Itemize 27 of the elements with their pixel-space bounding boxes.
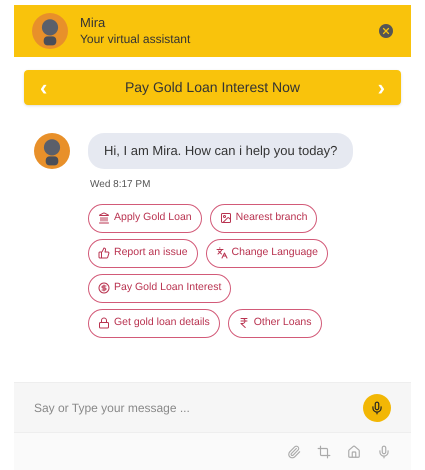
suggestion-chip[interactable]: Get gold loan details [88,308,220,338]
suggestion-chip[interactable]: Pay Gold Loan Interest [88,274,232,302]
rupee-icon [238,317,250,329]
microphone-icon [370,400,384,414]
message-field[interactable]: Say or Type your message ... [14,382,411,432]
message-input[interactable]: Say or Type your message ... [34,398,363,416]
avatar-icon [32,13,68,49]
attachment-icon[interactable] [287,444,301,458]
close-button[interactable] [379,24,393,38]
message-time: Wed 8:17 PM [90,178,152,192]
suggestion-chip[interactable]: Other Loans [228,308,322,338]
suggestion-chip[interactable]: Report an issue [88,238,198,268]
assistant-name: Mira [80,15,106,32]
thumb-icon [98,247,110,259]
banner-text: Pay Gold Loan Interest Now [124,78,302,97]
suggestion-chip[interactable]: Apply Gold Loan [88,204,202,232]
close-icon [381,26,391,36]
suggestion-chip[interactable]: Change Language [206,238,328,268]
assistant-subtitle: Your virtual assistant [80,32,192,47]
crop-icon[interactable] [317,444,331,458]
avatar-icon [34,133,70,169]
microphone-icon[interactable] [377,444,391,458]
suggestion-chip[interactable]: Nearest branch [210,204,318,232]
coin-icon [98,282,110,294]
microphone-button[interactable] [363,394,391,422]
lock-icon [98,317,110,329]
message-bubble: Hi, I am Mira. How can i help you today? [88,133,354,168]
